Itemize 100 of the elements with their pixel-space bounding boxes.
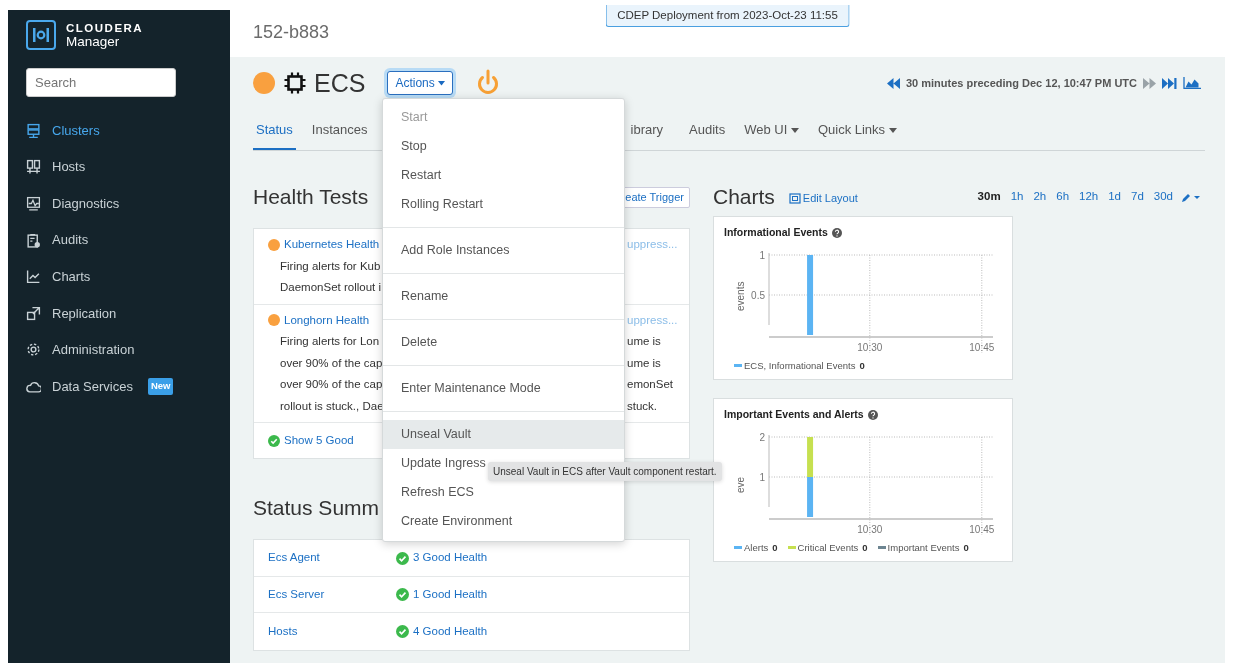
time-range-option[interactable]: 30d xyxy=(1153,188,1173,206)
tick-label: 10:45 xyxy=(969,523,995,535)
time-range-option[interactable]: 12h xyxy=(1079,188,1099,206)
product-name: Manager xyxy=(66,33,121,49)
logo-icon xyxy=(26,20,56,50)
time-range-option[interactable]: 2h xyxy=(1033,188,1047,206)
health-link[interactable]: 4 Good Health xyxy=(413,622,488,641)
help-icon[interactable] xyxy=(831,227,842,238)
edit-layout-link[interactable]: Edit Layout xyxy=(788,190,858,207)
chart-title: Important Events and Alerts xyxy=(724,407,864,422)
tab[interactable]: Audits xyxy=(686,119,729,150)
section-heading: Charts xyxy=(713,184,775,210)
chip-icon xyxy=(283,71,307,95)
health-link[interactable]: 1 Good Health xyxy=(413,585,488,604)
legend-label: Alerts xyxy=(744,540,769,555)
tick-label: 0.5 xyxy=(751,289,765,301)
tab[interactable]: Web UI xyxy=(741,119,802,150)
caret-icon xyxy=(888,127,897,133)
sidebar-item[interactable]: Charts xyxy=(26,258,91,295)
section-heading: Health Tests xyxy=(253,184,369,210)
caret-icon xyxy=(438,81,446,87)
menu-item[interactable]: Stop xyxy=(383,132,624,161)
sidebar-item[interactable]: Administration xyxy=(26,331,135,369)
health-link[interactable]: 3 Good Health xyxy=(413,549,488,567)
monitor-pulse-icon xyxy=(26,196,41,211)
time-range-text: 30 minutes preceding Dec 12, 10:47 PM UTC xyxy=(905,75,1137,91)
menu-item[interactable]: Enter Maintenance Mode xyxy=(383,374,624,403)
time-range-option[interactable]: 6h xyxy=(1056,188,1070,206)
legend-value: 0 xyxy=(963,540,969,555)
alert-text: ume is xyxy=(627,355,661,371)
rewind-icon[interactable] xyxy=(886,77,900,89)
time-range-option[interactable]: 30m xyxy=(977,188,1001,206)
sidebar-item[interactable]: Hosts xyxy=(26,148,86,186)
layout-icon xyxy=(788,193,801,204)
menu-item[interactable]: Restart xyxy=(383,161,624,190)
menu-item[interactable]: Refresh ECS xyxy=(383,478,624,507)
tab[interactable]: ibrary xyxy=(630,119,667,150)
service-name: ECS xyxy=(314,68,366,98)
alert-text: stuck. xyxy=(627,398,658,414)
tab[interactable]: Quick Links xyxy=(814,119,900,150)
role-link[interactable]: Ecs Agent xyxy=(268,549,396,567)
tooltip: Unseal Vault in ECS after Vault component restart. xyxy=(488,462,722,481)
legend-label: Critical Events xyxy=(797,540,859,555)
legend-label: Important Events xyxy=(887,540,960,555)
menu-item[interactable]: Rename xyxy=(383,282,624,311)
sidebar-item[interactable]: Data Services New xyxy=(26,368,174,405)
alert-text: DaemonSet rollout i xyxy=(280,280,381,295)
create-trigger-button[interactable]: eate Trigger xyxy=(623,186,690,208)
chart-title: Informational Events xyxy=(724,225,828,240)
menu-item[interactable]: Delete xyxy=(383,328,624,357)
time-range-option[interactable]: 1d xyxy=(1108,188,1121,206)
search-field[interactable]: Search xyxy=(26,68,176,97)
menu-item[interactable]: Rolling Restart xyxy=(383,190,624,219)
tick-label: 10:45 xyxy=(969,341,995,353)
tick-label: 10:30 xyxy=(857,341,883,353)
alert-text: rollout is stuck., Dae xyxy=(280,398,384,414)
sidebar-item[interactable]: Replication xyxy=(26,294,117,332)
pencil-icon[interactable] xyxy=(1181,191,1201,203)
hosts-icon xyxy=(26,159,41,175)
tick-label: 10:30 xyxy=(857,523,883,535)
alert-text: emonSet xyxy=(627,377,674,392)
tab[interactable]: Instances xyxy=(308,119,371,150)
help-icon[interactable] xyxy=(867,409,878,420)
cluster-title: 152-b883 xyxy=(253,21,330,44)
menu-item[interactable]: Add Role Instances xyxy=(383,236,624,265)
deployment-banner: CDEP Deployment from 2023-Oct-23 11:55 xyxy=(605,5,850,28)
tick-label: 1 xyxy=(759,249,765,261)
tick-label: 1 xyxy=(759,471,765,483)
role-link[interactable]: Hosts xyxy=(268,622,396,641)
role-link[interactable]: Ecs Server xyxy=(268,585,396,604)
settings-icon xyxy=(26,342,41,358)
server-icon xyxy=(26,122,41,138)
time-range-option[interactable]: 7d xyxy=(1131,188,1144,206)
clipboard-icon xyxy=(26,232,41,248)
sidebar-item[interactable]: Diagnostics xyxy=(26,185,120,222)
line-chart-icon xyxy=(26,269,41,285)
legend-value: 0 xyxy=(859,358,865,373)
check-icon xyxy=(268,434,280,447)
health-test-link[interactable]: Kubernetes Health xyxy=(284,234,380,256)
section-heading: Status Summ xyxy=(253,495,380,522)
tab[interactable]: Status xyxy=(253,119,296,150)
show-good-link[interactable]: Show 5 Good xyxy=(284,432,354,450)
tick-label: 2 xyxy=(759,431,765,443)
area-chart-icon[interactable] xyxy=(1183,77,1201,89)
alert-text: ume is xyxy=(627,334,661,349)
health-test-link[interactable]: Longhorn Health xyxy=(284,309,370,331)
skip-end-icon[interactable] xyxy=(1162,77,1177,89)
menu-item[interactable]: Unseal Vault xyxy=(383,420,624,449)
alert-text: Firing alerts for Lon xyxy=(280,334,380,349)
legend-value: 0 xyxy=(862,540,868,555)
actions-button[interactable]: Actions xyxy=(387,71,454,95)
alert-text: Firing alerts for Kub xyxy=(280,258,381,274)
brand-name: CLOUDERA xyxy=(66,21,144,34)
alert-text: over 90% of the cap xyxy=(280,355,383,371)
sidebar-item[interactable]: Clusters xyxy=(26,112,100,149)
time-range-option[interactable]: 1h xyxy=(1010,188,1024,206)
sidebar-item[interactable]: Audits xyxy=(26,221,89,259)
legend-label: ECS, Informational Events xyxy=(744,358,856,373)
menu-item[interactable]: Create Environment xyxy=(383,507,624,536)
external-link-icon xyxy=(26,305,41,321)
